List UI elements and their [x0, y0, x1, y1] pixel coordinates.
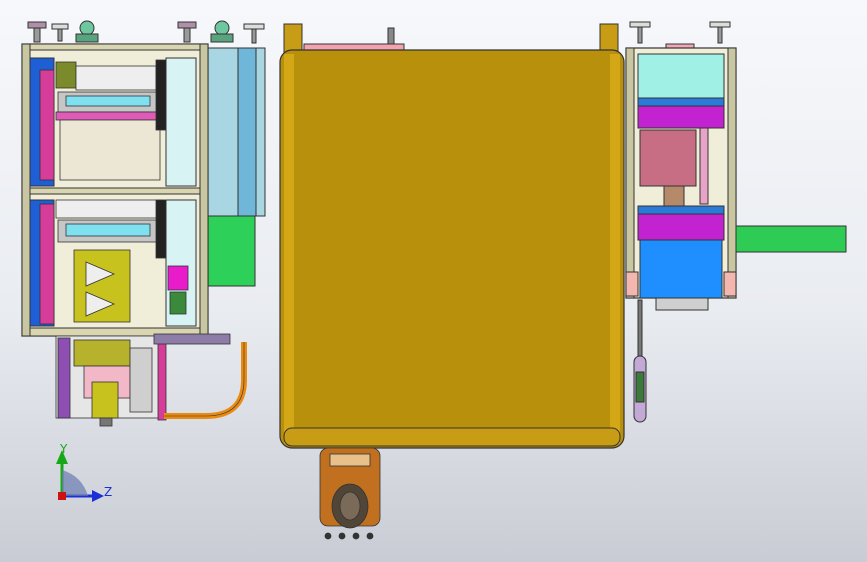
orange-hose: [164, 342, 247, 419]
right-top-feet: [629, 21, 731, 51]
y-axis-label: Y: [60, 442, 68, 456]
pull-handle: [633, 299, 647, 423]
green-side-box: [204, 215, 256, 287]
caster-wheel: [319, 447, 381, 540]
z-axis-label: Z: [104, 485, 113, 499]
left-machine-view[interactable]: [21, 20, 266, 427]
right-end-view[interactable]: [625, 21, 847, 423]
cad-model-drawing[interactable]: [0, 0, 867, 562]
orientation-triad: [56, 450, 104, 502]
center-enclosure-view[interactable]: [279, 23, 625, 540]
enclosure-panel: [279, 49, 625, 449]
top-feet: [27, 20, 265, 44]
cad-graphics-viewport[interactable]: Y Z: [0, 0, 867, 562]
green-conveyor-arm: [735, 225, 847, 253]
base-assembly: [55, 333, 231, 427]
